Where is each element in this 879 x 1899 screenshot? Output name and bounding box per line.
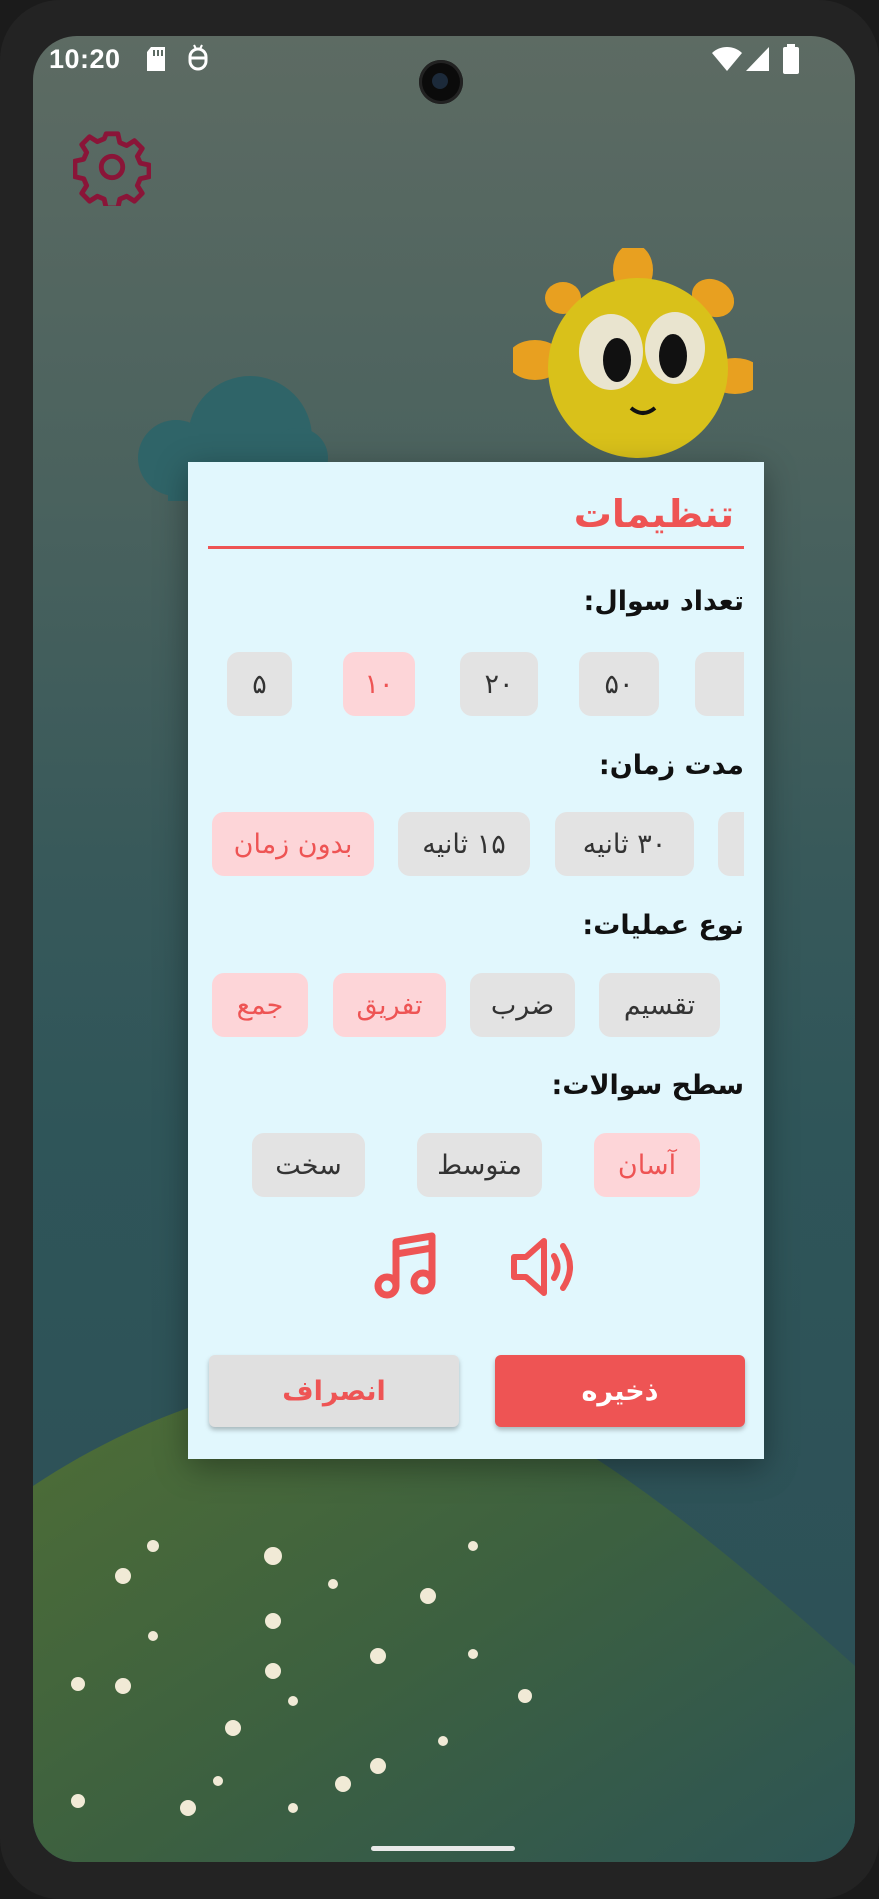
duration-label: مدت زمان: <box>598 750 744 781</box>
level-hard[interactable]: سخت <box>252 1133 365 1197</box>
duration-option-15s[interactable]: ۱۵ ثانیه <box>398 812 530 876</box>
operation-subtract[interactable]: تفریق <box>333 973 446 1037</box>
count-option-5[interactable]: ۵ <box>227 652 292 716</box>
question-count-label: تعداد سوال: <box>583 586 744 617</box>
front-camera <box>419 60 463 104</box>
duration-option-clip: ۶ <box>718 812 744 876</box>
count-option-20[interactable]: ۲۰ <box>460 652 538 716</box>
cancel-button[interactable]: انصراف <box>209 1355 459 1427</box>
duration-option-60s[interactable]: ۶ <box>718 812 744 876</box>
sd-card-icon <box>147 47 165 71</box>
save-button[interactable]: ذخیره <box>495 1355 745 1427</box>
wifi-icon <box>712 47 742 71</box>
app-screen: 10:20 تنظیمات تعداد سوال: ۵ ۱۰ ۲۰ ۵۰ مدت… <box>33 36 855 1862</box>
android-debug-icon <box>188 44 208 71</box>
count-option-clip: ۱۰ <box>695 652 744 716</box>
title-divider <box>208 546 744 549</box>
count-option-100[interactable]: ۱۰ <box>695 652 744 716</box>
music-note-icon[interactable] <box>371 1232 441 1302</box>
operation-add[interactable]: جمع <box>212 973 308 1037</box>
level-medium[interactable]: متوسط <box>417 1133 542 1197</box>
level-label: سطح سوالات: <box>551 1070 744 1101</box>
duration-option-30s[interactable]: ۳۰ ثانیه <box>555 812 694 876</box>
operations-label: نوع عملیات: <box>582 910 744 941</box>
question-count-options: ۵ ۱۰ ۲۰ ۵۰ ۱۰ <box>188 652 764 716</box>
settings-gear-icon[interactable] <box>73 128 151 206</box>
speaker-volume-icon[interactable] <box>510 1232 580 1302</box>
operation-divide[interactable]: تقسیم <box>599 973 720 1037</box>
duration-options: بدون زمان ۱۵ ثانیه ۳۰ ثانیه ۶ <box>188 812 764 876</box>
home-indicator[interactable] <box>371 1846 515 1851</box>
level-options: سخت متوسط آسان <box>188 1133 764 1197</box>
settings-dialog: تنظیمات تعداد سوال: ۵ ۱۰ ۲۰ ۵۰ ۱۰ مدت زم… <box>188 462 764 1459</box>
dialog-title: تنظیمات <box>573 492 734 536</box>
sun-character <box>513 248 753 458</box>
battery-icon <box>783 44 799 74</box>
level-easy[interactable]: آسان <box>594 1133 700 1197</box>
phone-frame: 10:20 تنظیمات تعداد سوال: ۵ ۱۰ ۲۰ ۵۰ مدت… <box>0 0 879 1899</box>
status-time: 10:20 <box>49 44 121 74</box>
duration-option-none[interactable]: بدون زمان <box>212 812 374 876</box>
cellular-signal-icon <box>746 47 769 71</box>
operation-multiply[interactable]: ضرب <box>470 973 575 1037</box>
count-option-10[interactable]: ۱۰ <box>343 652 415 716</box>
operations-options: جمع تفریق ضرب تقسیم <box>188 973 764 1037</box>
count-option-50[interactable]: ۵۰ <box>579 652 659 716</box>
